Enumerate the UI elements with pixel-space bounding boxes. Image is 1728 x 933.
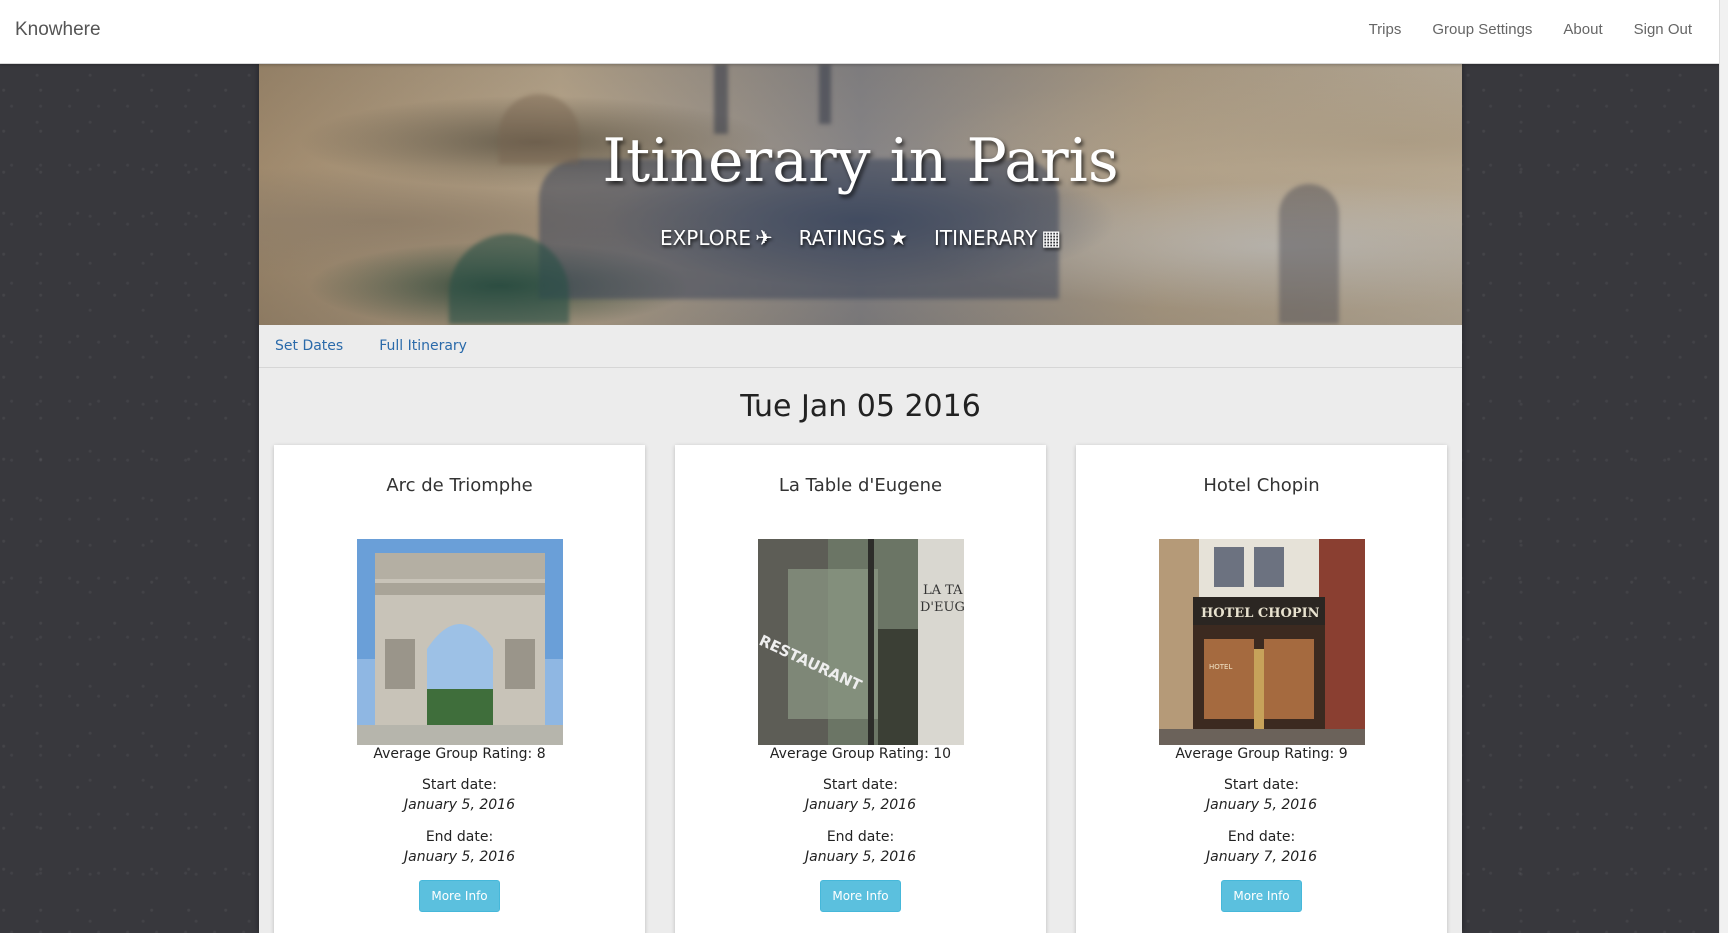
end-date-label: End date: [1227,829,1296,845]
ratings-link[interactable]: RATINGS ★ [799,226,908,250]
set-dates-link[interactable]: Set Dates [275,338,343,354]
itinerary-cards: Arc de Triomphe Average Group Rating: 8 [274,445,1447,933]
explore-label: EXPLORE [659,226,752,250]
hero-menu: EXPLORE ✈ RATINGS ★ ITINERARY ▦ [259,226,1462,250]
more-info-button[interactable]: More Info [820,880,901,912]
average-rating: Average Group Rating: 8 [373,746,546,762]
more-info-button[interactable]: More Info [1221,880,1302,912]
start-date-label: Start date: [823,777,898,793]
hero-banner: Itinerary in Paris EXPLORE ✈ RATINGS ★ I… [259,64,1462,325]
explore-link[interactable]: EXPLORE ✈ [660,226,773,250]
hotel-door-text: HOTEL [1209,663,1232,671]
itinerary-card: La Table d'Eugene LA TA D'EUG RESTAURANT… [675,445,1046,933]
skyline-shape [714,64,728,134]
start-date-value: January 5, 2016 [1206,797,1317,813]
end-date-value: January 5, 2016 [805,849,916,865]
sub-navigation: Set Dates Full Itinerary [259,325,1462,368]
top-navbar: Knowhere Trips Group Settings About Sign… [0,0,1728,64]
nav-sign-out[interactable]: Sign Out [1634,21,1692,38]
end-date-value: January 5, 2016 [404,849,515,865]
start-date-label: Start date: [1224,777,1299,793]
nav-trips[interactable]: Trips [1369,21,1402,38]
restaurant-storefront-photo: LA TA D'EUG RESTAURANT [758,539,964,745]
calendar-icon: ▦ [1041,226,1062,250]
skyline-shape [1279,184,1339,324]
itinerary-label: ITINERARY [933,226,1038,250]
hotel-sign-text: HOTEL CHOPIN [1201,606,1320,621]
nav-links: Trips Group Settings About Sign Out [1338,21,1692,38]
average-rating: Average Group Rating: 10 [769,746,952,762]
more-info-button[interactable]: More Info [419,880,500,912]
star-icon: ★ [889,226,908,250]
page-title: Itinerary in Paris [602,126,1119,196]
arc-de-triomphe-photo [357,539,563,745]
restaurant-window-text: LA TA [923,583,963,598]
start-date-value: January 5, 2016 [805,797,916,813]
nav-about[interactable]: About [1563,21,1602,38]
full-itinerary-link[interactable]: Full Itinerary [379,338,467,354]
card-title: La Table d'Eugene [778,475,943,496]
itinerary-link[interactable]: ITINERARY ▦ [934,226,1061,250]
itinerary-card: Hotel Chopin HOTEL CHOPIN HOTEL Average … [1076,445,1447,933]
plane-icon: ✈ [755,226,773,250]
brand-logo[interactable]: Knowhere [15,19,101,41]
end-date-label: End date: [826,829,895,845]
card-title: Arc de Triomphe [386,475,533,496]
hotel-chopin-facade-photo: HOTEL CHOPIN HOTEL [1159,539,1365,745]
start-date-label: Start date: [422,777,497,793]
page-scrollbar[interactable] [1719,0,1728,933]
start-date-value: January 5, 2016 [404,797,515,813]
card-title: Hotel Chopin [1203,475,1320,496]
skyline-shape [819,64,831,124]
itinerary-card: Arc de Triomphe Average Group Rating: 8 [274,445,645,933]
nav-group-settings[interactable]: Group Settings [1432,21,1532,38]
main-content: Itinerary in Paris EXPLORE ✈ RATINGS ★ I… [259,64,1462,933]
restaurant-window-text-2: D'EUG [920,600,964,615]
ratings-label: RATINGS [798,226,886,250]
end-date-value: January 7, 2016 [1206,849,1317,865]
average-rating: Average Group Rating: 9 [1175,746,1348,762]
date-heading: Tue Jan 05 2016 [740,389,981,424]
end-date-label: End date: [425,829,494,845]
